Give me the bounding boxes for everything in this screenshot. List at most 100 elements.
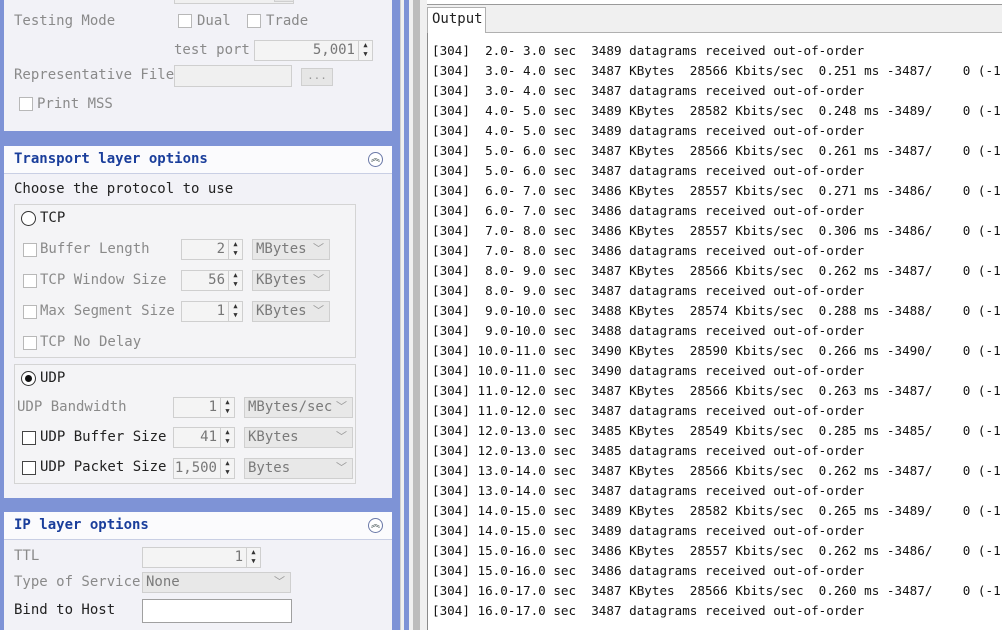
ttl-label: TTL xyxy=(14,548,40,564)
tcp-group: TCP Buffer Length 2 ▲ ▼ MBytes ﹀ TCP Wind… xyxy=(14,204,356,358)
max-segment-spinner[interactable]: 1 ▲ ▼ xyxy=(181,301,243,322)
udp-packet-value: 1,500 xyxy=(174,460,217,476)
buffer-length-checkbox[interactable] xyxy=(23,243,37,257)
output-line: [304] 16.0-17.0 sec 3487 KBytes 28566 Kb… xyxy=(432,583,1002,598)
chevron-down-icon: ﹀ xyxy=(336,400,347,413)
output-top-strip xyxy=(427,0,1002,5)
output-line: [304] 3.0- 4.0 sec 3487 KBytes 28566 Kbi… xyxy=(432,63,1002,78)
trade-label: Trade xyxy=(266,13,309,29)
udp-packet-label: UDP Packet Size xyxy=(40,459,167,475)
spinner-arrows-icon[interactable]: ▲ ▼ xyxy=(228,302,242,321)
tcp-window-checkbox[interactable] xyxy=(23,274,37,288)
max-segment-checkbox[interactable] xyxy=(23,305,37,319)
representative-file-input[interactable] xyxy=(174,65,292,87)
udp-radio[interactable] xyxy=(21,371,36,386)
output-line: [304] 12.0-13.0 sec 3485 datagrams recei… xyxy=(432,443,865,458)
collapse-up-icon[interactable]: ︽ xyxy=(368,518,383,533)
print-mss-checkbox[interactable] xyxy=(19,97,33,111)
ip-layer-panel: IP layer options ︽ TTL 1 ▲ ▼ Type of Serv… xyxy=(4,512,392,630)
tab-output[interactable]: Output xyxy=(427,7,486,33)
spinner-arrows-icon[interactable]: ▲ ▼ xyxy=(220,398,234,417)
output-line: [304] 4.0- 5.0 sec 3489 datagrams receiv… xyxy=(432,123,865,138)
tcp-radio[interactable] xyxy=(21,211,36,226)
tcp-window-label: TCP Window Size xyxy=(40,272,167,288)
tcp-no-delay-label: TCP No Delay xyxy=(40,334,142,350)
udp-bandwidth-unit-select[interactable]: MBytes/sec ﹀ xyxy=(244,397,353,418)
udp-buffer-unit: KBytes xyxy=(248,429,299,445)
output-line: [304] 8.0- 9.0 sec 3487 KBytes 28566 Kbi… xyxy=(432,263,1002,278)
output-line: [304] 11.0-12.0 sec 3487 datagrams recei… xyxy=(432,403,865,418)
ip-panel-header[interactable]: IP layer options ︽ xyxy=(4,512,392,540)
print-mss-label: Print MSS xyxy=(37,96,113,112)
transport-layer-panel: Transport layer options ︽ Choose the pro… xyxy=(4,146,392,498)
output-line: [304] 12.0-13.0 sec 3485 KBytes 28549 Kb… xyxy=(432,423,1002,438)
udp-bandwidth-unit: MBytes/sec xyxy=(248,399,333,415)
output-line: [304] 16.0-17.0 sec 3487 datagrams recei… xyxy=(432,603,865,618)
udp-buffer-spinner[interactable]: 41 ▲ ▼ xyxy=(173,427,235,448)
chevron-down-icon: ﹀ xyxy=(313,304,324,317)
dual-checkbox[interactable] xyxy=(178,14,192,28)
representative-file-label: Representative File xyxy=(14,67,175,83)
output-pane: Output [304] 2.0- 3.0 sec 3489 datagrams… xyxy=(421,0,1002,630)
spinner-arrows-icon[interactable]: ▲ ▼ xyxy=(246,548,260,567)
max-segment-unit-select[interactable]: KBytes ﹀ xyxy=(252,301,330,322)
spinner-arrows-icon[interactable]: ▲ ▼ xyxy=(228,271,242,290)
tcp-window-spinner[interactable]: 56 ▲ ▼ xyxy=(181,270,243,291)
chevron-down-icon: ﹀ xyxy=(313,273,324,286)
udp-packet-unit-select[interactable]: Bytes ﹀ xyxy=(244,458,353,479)
type-of-service-label: Type of Service xyxy=(14,574,141,590)
tcp-label: TCP xyxy=(40,210,66,226)
max-segment-unit: KBytes xyxy=(256,303,307,319)
top-browse-button[interactable] xyxy=(274,0,294,2)
output-line: [304] 2.0- 3.0 sec 3489 datagrams receiv… xyxy=(432,43,865,58)
output-line: [304] 6.0- 7.0 sec 3486 datagrams receiv… xyxy=(432,203,865,218)
tcp-window-unit: KBytes xyxy=(256,272,307,288)
output-line: [304] 8.0- 9.0 sec 3487 datagrams receiv… xyxy=(432,283,865,298)
output-line: [304] 5.0- 6.0 sec 3487 KBytes 28566 Kbi… xyxy=(432,143,1002,158)
type-of-service-select[interactable]: None ﹀ xyxy=(142,572,291,593)
buffer-length-unit-select[interactable]: MBytes ﹀ xyxy=(252,239,330,260)
ip-panel-title: IP layer options xyxy=(14,517,149,533)
bind-to-host-label: Bind to Host xyxy=(14,602,116,618)
udp-packet-spinner[interactable]: 1,500 ▲ ▼ xyxy=(173,458,235,479)
output-line: [304] 5.0- 6.0 sec 3487 datagrams receiv… xyxy=(432,163,865,178)
chevron-down-icon: ﹀ xyxy=(336,461,347,474)
chevron-down-icon: ﹀ xyxy=(336,430,347,443)
spinner-arrows-icon[interactable]: ▲ ▼ xyxy=(358,41,372,60)
output-line: [304] 15.0-16.0 sec 3486 datagrams recei… xyxy=(432,563,865,578)
tcp-window-unit-select[interactable]: KBytes ﹀ xyxy=(252,270,330,291)
output-line: [304] 14.0-15.0 sec 3489 KBytes 28582 Kb… xyxy=(432,503,1002,518)
udp-bandwidth-label: UDP Bandwidth xyxy=(17,399,127,415)
udp-packet-checkbox[interactable] xyxy=(22,461,36,475)
bind-to-host-input[interactable] xyxy=(142,599,292,623)
spinner-arrows-icon[interactable]: ▲ ▼ xyxy=(220,459,234,478)
ttl-spinner[interactable]: 1 ▲ ▼ xyxy=(142,547,261,568)
output-line: [304] 7.0- 8.0 sec 3486 datagrams receiv… xyxy=(432,243,865,258)
udp-packet-unit: Bytes xyxy=(248,460,291,476)
collapse-up-icon[interactable]: ︽ xyxy=(368,152,383,167)
output-text-area[interactable]: [304] 2.0- 3.0 sec 3489 datagrams receiv… xyxy=(427,32,1002,630)
udp-buffer-checkbox[interactable] xyxy=(22,431,36,445)
browse-button[interactable]: ... xyxy=(301,68,333,86)
output-line: [304] 6.0- 7.0 sec 3486 KBytes 28557 Kbi… xyxy=(432,183,1002,198)
udp-buffer-unit-select[interactable]: KBytes ﹀ xyxy=(244,427,353,448)
splitter-handle[interactable] xyxy=(413,0,420,630)
buffer-length-label: Buffer Length xyxy=(40,241,150,257)
output-line: [304] 11.0-12.0 sec 3487 KBytes 28566 Kb… xyxy=(432,383,1002,398)
chevron-down-icon: ﹀ xyxy=(313,242,324,255)
transport-panel-header[interactable]: Transport layer options ︽ xyxy=(4,146,392,174)
spinner-arrows-icon[interactable]: ▲ ▼ xyxy=(220,428,234,447)
trade-checkbox[interactable] xyxy=(247,14,261,28)
output-line: [304] 9.0-10.0 sec 3488 datagrams receiv… xyxy=(432,323,865,338)
output-lines: [304] 2.0- 3.0 sec 3489 datagrams receiv… xyxy=(432,41,1002,621)
output-line: [304] 4.0- 5.0 sec 3489 KBytes 28582 Kbi… xyxy=(432,103,1002,118)
tcp-window-value: 56 xyxy=(208,272,225,288)
spinner-arrows-icon[interactable]: ▲ ▼ xyxy=(228,240,242,259)
output-line: [304] 15.0-16.0 sec 3486 KBytes 28557 Kb… xyxy=(432,543,1002,558)
buffer-length-spinner[interactable]: 2 ▲ ▼ xyxy=(181,239,243,260)
udp-bandwidth-spinner[interactable]: 1 ▲ ▼ xyxy=(173,397,235,418)
udp-buffer-value: 41 xyxy=(200,429,217,445)
tcp-no-delay-checkbox[interactable] xyxy=(23,336,37,350)
pane-splitter[interactable] xyxy=(400,0,421,630)
test-port-spinner[interactable]: 5,001 ▲ ▼ xyxy=(254,40,373,61)
